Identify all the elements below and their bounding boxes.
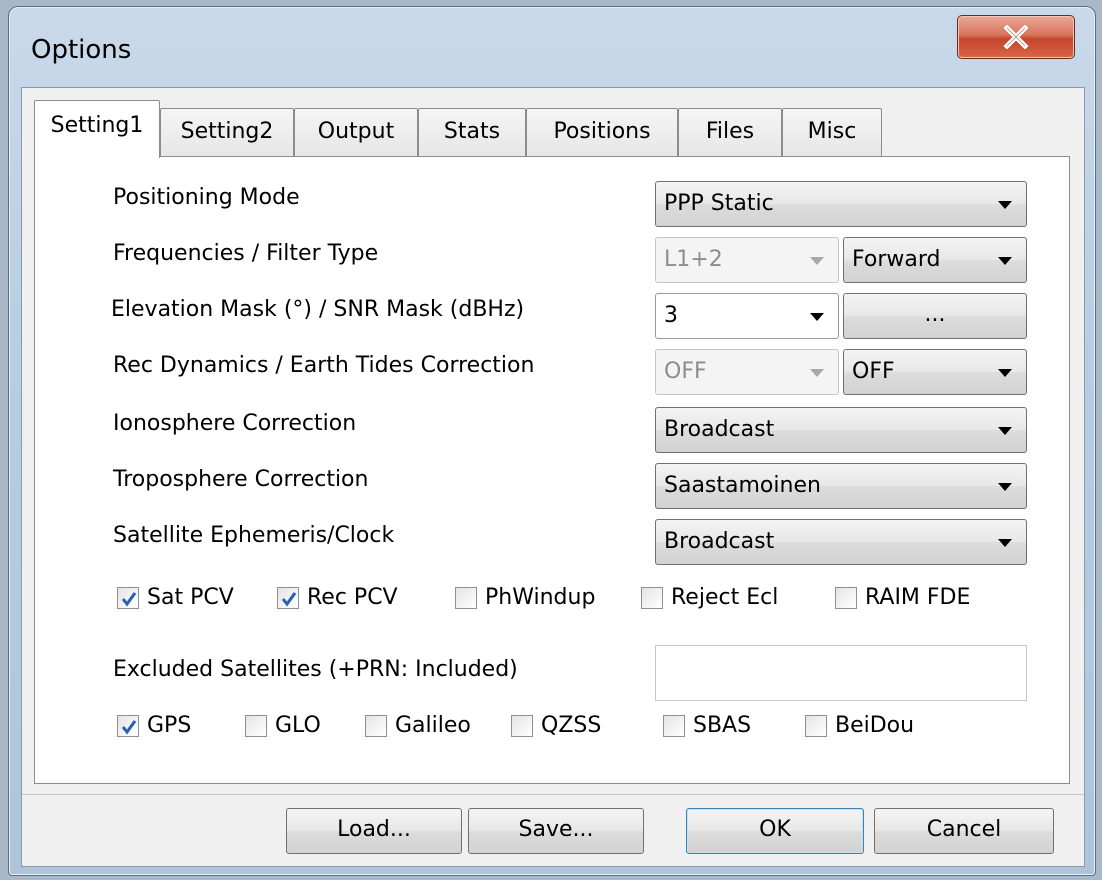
checkbox-box — [117, 586, 139, 609]
reject-ecl-checkbox[interactable]: Reject Ecl — [641, 585, 778, 610]
excluded-satellites-input[interactable] — [655, 645, 1027, 701]
gps-label: GPS — [147, 713, 192, 738]
tab-files[interactable]: Files — [678, 108, 782, 156]
beidou-label: BeiDou — [835, 713, 915, 738]
setting1-panel: Positioning Mode PPP Static Frequencies … — [34, 156, 1070, 784]
filter-type-value: Forward — [852, 247, 941, 272]
troposphere-correction-value: Saastamoinen — [664, 473, 821, 498]
snr-mask-button[interactable]: ... — [843, 293, 1027, 339]
chevron-down-icon — [998, 257, 1012, 265]
excluded-satellites-label: Excluded Satellites (+PRN: Included) — [113, 657, 518, 682]
beidou-checkbox[interactable]: BeiDou — [805, 713, 914, 738]
rec-pcv-checkbox[interactable]: Rec PCV — [277, 585, 398, 610]
galileo-label: Galileo — [395, 713, 471, 738]
title-bar: Options — [9, 7, 1095, 83]
checkbox-box — [805, 714, 827, 737]
checkmark-icon — [121, 719, 137, 734]
satellite-ephemeris-select[interactable]: Broadcast — [655, 519, 1027, 565]
phwindup-checkbox[interactable]: PhWindup — [455, 585, 595, 610]
galileo-checkbox[interactable]: Galileo — [365, 713, 471, 738]
ionosphere-correction-value: Broadcast — [664, 417, 775, 442]
tab-setting1[interactable]: Setting1 — [34, 100, 160, 158]
rec-dynamics-select: OFF — [655, 349, 839, 395]
rec-dynamics-value: OFF — [664, 359, 707, 384]
positioning-mode-value: PPP Static — [664, 191, 774, 216]
checkbox-box — [641, 586, 663, 609]
checkbox-box — [835, 586, 857, 609]
troposphere-correction-select[interactable]: Saastamoinen — [655, 463, 1027, 509]
filter-type-select[interactable]: Forward — [843, 237, 1027, 283]
satellite-ephemeris-label: Satellite Ephemeris/Clock — [113, 523, 395, 548]
glo-label: GLO — [275, 713, 321, 738]
glo-checkbox[interactable]: GLO — [245, 713, 321, 738]
checkbox-box — [511, 714, 533, 737]
checkbox-box — [117, 714, 139, 737]
tab-misc[interactable]: Misc — [782, 108, 882, 156]
chevron-down-icon — [998, 539, 1012, 547]
checkmark-icon — [281, 591, 297, 606]
satellite-ephemeris-value: Broadcast — [664, 529, 775, 554]
elevation-mask-value: 3 — [664, 303, 678, 328]
tab-setting2[interactable]: Setting2 — [160, 108, 294, 156]
elevation-snr-mask-label: Elevation Mask (°) / SNR Mask (dBHz) — [111, 297, 525, 322]
rec-pcv-label: Rec PCV — [307, 585, 398, 610]
cancel-button[interactable]: Cancel — [874, 808, 1054, 854]
checkbox-box — [455, 586, 477, 609]
checkbox-box — [365, 714, 387, 737]
sat-pcv-checkbox[interactable]: Sat PCV — [117, 585, 234, 610]
tab-positions[interactable]: Positions — [526, 108, 678, 156]
footer-divider — [22, 794, 1084, 795]
sbas-checkbox[interactable]: SBAS — [663, 713, 751, 738]
frequencies-filter-label: Frequencies / Filter Type — [113, 241, 379, 266]
chevron-down-icon — [998, 201, 1012, 209]
checkmark-icon — [121, 591, 137, 606]
qzss-checkbox[interactable]: QZSS — [511, 713, 601, 738]
chevron-down-icon — [810, 257, 824, 265]
frequencies-value: L1+2 — [664, 247, 723, 272]
positioning-mode-select[interactable]: PPP Static — [655, 181, 1027, 227]
raim-fde-label: RAIM FDE — [865, 585, 971, 610]
ionosphere-correction-label: Ionosphere Correction — [113, 411, 357, 436]
chevron-down-icon — [810, 369, 824, 377]
chevron-down-icon — [998, 369, 1012, 377]
ok-button[interactable]: OK — [686, 808, 864, 854]
elevation-mask-select[interactable]: 3 — [655, 293, 839, 339]
save-button[interactable]: Save... — [468, 808, 644, 854]
positioning-mode-label: Positioning Mode — [113, 185, 300, 210]
tab-stats[interactable]: Stats — [418, 108, 526, 156]
close-icon — [1003, 25, 1029, 49]
close-button[interactable] — [957, 15, 1075, 59]
reject-ecl-label: Reject Ecl — [671, 585, 779, 610]
load-button[interactable]: Load... — [286, 808, 462, 854]
chevron-down-icon — [810, 313, 824, 321]
troposphere-correction-label: Troposphere Correction — [113, 467, 369, 492]
rec-dynamics-earth-tides-label: Rec Dynamics / Earth Tides Correction — [113, 353, 535, 378]
checkbox-box — [663, 714, 685, 737]
ionosphere-correction-select[interactable]: Broadcast — [655, 407, 1027, 453]
chevron-down-icon — [998, 427, 1012, 435]
checkbox-box — [277, 586, 299, 609]
qzss-label: QZSS — [541, 713, 602, 738]
window-title: Options — [31, 35, 132, 65]
tab-strip: Setting1 Setting2 Output Stats Positions… — [32, 100, 1072, 158]
sat-pcv-label: Sat PCV — [147, 585, 234, 610]
gps-checkbox[interactable]: GPS — [117, 713, 191, 738]
frequencies-select: L1+2 — [655, 237, 839, 283]
sbas-label: SBAS — [693, 713, 752, 738]
earth-tides-select[interactable]: OFF — [843, 349, 1027, 395]
dialog-client: Setting1 Setting2 Output Stats Positions… — [21, 87, 1085, 867]
raim-fde-checkbox[interactable]: RAIM FDE — [835, 585, 970, 610]
earth-tides-value: OFF — [852, 359, 895, 384]
tab-output[interactable]: Output — [294, 108, 418, 156]
options-dialog: Options Setting1 Setting2 Output Stats P… — [8, 6, 1096, 876]
checkbox-box — [245, 714, 267, 737]
chevron-down-icon — [998, 483, 1012, 491]
phwindup-label: PhWindup — [485, 585, 596, 610]
